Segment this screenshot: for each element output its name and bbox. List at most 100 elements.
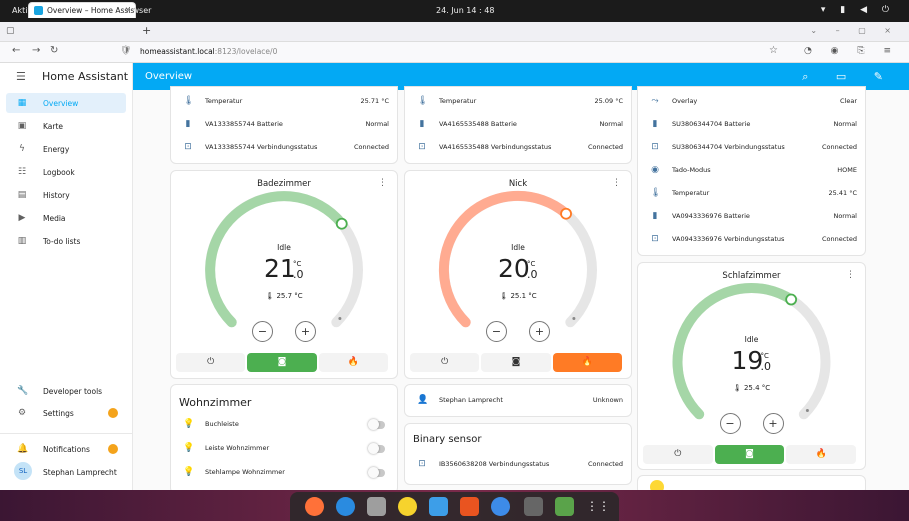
entity-row[interactable]: ⊡ VA0943336976 Verbindungsstatus Connect…	[638, 229, 865, 252]
entity-row[interactable]: ⤳ Overlay Clear	[638, 91, 865, 114]
entity-row[interactable]: ⊡ IB3560638208 Verbindungsstatus Connect…	[405, 454, 631, 477]
entity-name: VA4165535488 Verbindungsstatus	[439, 143, 552, 151]
sidebar-item-label: Media	[43, 214, 66, 223]
app-center-icon[interactable]	[460, 497, 479, 516]
clock[interactable]: 24. Jun 14 : 48	[436, 6, 494, 15]
light-row[interactable]: 💡 Stehlampe Wohnzimmer	[171, 462, 397, 485]
entity-row[interactable]: 🌡 Temperatur 25.41 °C	[638, 183, 865, 206]
rhythmbox-icon[interactable]	[398, 497, 417, 516]
browser-tab-bar	[0, 22, 909, 42]
target-decimal: .0	[293, 268, 304, 281]
back-icon[interactable]: ←	[12, 45, 20, 56]
disk-icon[interactable]	[524, 497, 543, 516]
person-row[interactable]: 👤 Stephan Lamprecht Unknown	[405, 390, 631, 413]
url-bar[interactable]: 🛡 homeassistant.local:8123/lovelace/0 ☆	[118, 45, 784, 60]
light-toggle[interactable]	[368, 419, 385, 430]
decrease-button[interactable]: −	[252, 321, 273, 342]
hvac-mode-bar: ⏻ ◙ 🔥	[176, 353, 390, 372]
increase-button[interactable]: +	[529, 321, 550, 342]
mode-auto-button[interactable]: ◙	[714, 445, 785, 464]
window-controls[interactable]: ⌄ – ▢ ×	[810, 26, 899, 35]
mode-off-button[interactable]: ⏻	[643, 445, 713, 464]
mode-auto-button[interactable]: ◙	[247, 353, 317, 372]
sidebar-item-todo[interactable]: ▥ To-do lists	[6, 231, 126, 251]
thermometer-icon: 🌡	[183, 96, 195, 106]
reload-icon[interactable]: ↻	[50, 45, 58, 56]
dial-current-marker	[805, 408, 809, 412]
entity-row[interactable]: ▮ VA1333855744 Batterie Normal	[171, 114, 397, 137]
decrease-button[interactable]: −	[486, 321, 507, 342]
increase-button[interactable]: +	[295, 321, 316, 342]
mode-off-button[interactable]: ⏻	[410, 353, 480, 372]
entity-row[interactable]: ◉ Tado-Modus HOME	[638, 160, 865, 183]
avatar[interactable]: SL	[14, 462, 32, 480]
help-icon[interactable]	[491, 497, 510, 516]
sidebar-item-media[interactable]: ▶ Media	[6, 208, 126, 228]
toolbar-icons[interactable]: ◔ ◉ ⎘ ≡	[804, 46, 899, 56]
sidebar-item-logbook[interactable]: ☷ Logbook	[6, 162, 126, 182]
header-icons[interactable]: ⌕ ▭ ✎	[802, 70, 895, 84]
entity-name: Stehlampe Wohnzimmer	[205, 468, 285, 476]
browser-tab-overview[interactable]: Overview – Home Assist ×	[28, 2, 136, 18]
entity-row[interactable]: ⊡ VA1333855744 Verbindungsstatus Connect…	[171, 137, 397, 160]
sidebar-item-settings[interactable]: ⚙ Settings	[6, 403, 126, 423]
entity-name: Overlay	[672, 97, 698, 105]
close-tab-icon[interactable]: ×	[125, 5, 131, 14]
dial-handle	[560, 207, 572, 220]
new-tab-button[interactable]: +	[142, 24, 151, 37]
entity-row[interactable]: 🌡 Temperatur 25.09 °C	[405, 91, 631, 114]
decrease-button[interactable]: −	[719, 413, 741, 434]
sidebar-item-karte[interactable]: ▣ Karte	[6, 116, 126, 136]
connection-icon: ⊡	[184, 142, 192, 152]
light-row[interactable]: 💡 Leiste Wohnzimmer	[171, 438, 397, 461]
mode-off-button[interactable]: ⏻	[176, 353, 246, 372]
notifications-badge	[108, 444, 118, 454]
sidebar-item-label: Notifications	[43, 445, 90, 454]
entity-row[interactable]: ▮ VA4165535488 Batterie Normal	[405, 114, 631, 137]
entity-row[interactable]: ⊡ VA4165535488 Verbindungsstatus Connect…	[405, 137, 631, 160]
mode-heat-button[interactable]: 🔥	[786, 445, 856, 464]
sidebar-item-developer-tools[interactable]: 🔧 Developer tools	[6, 381, 126, 401]
light-toggle[interactable]	[368, 467, 385, 478]
entity-row[interactable]: ▮ VA0943336976 Batterie Normal	[638, 206, 865, 229]
sidebar-item-history[interactable]: ▤ History	[6, 185, 126, 205]
entity-value: 25.41 °C	[828, 189, 857, 197]
sidebar-item-label: Settings	[43, 409, 74, 418]
sidebar-item-overview[interactable]: ▦ Overview	[6, 93, 126, 113]
menu-icon[interactable]: ☰	[16, 70, 26, 83]
lock-icon[interactable]: 🛡	[120, 46, 131, 56]
entity-name: VA1333855744 Verbindungsstatus	[205, 143, 318, 151]
writer-icon[interactable]	[429, 497, 448, 516]
sidebar-item-notifications[interactable]: 🔔 Notifications	[6, 439, 126, 459]
system-top-bar: Aktivitäten Firefox Web Browser 24. Jun …	[0, 0, 909, 22]
bookmark-star-icon[interactable]: ☆	[769, 45, 778, 56]
app-grid-icon[interactable]: ⋮⋮	[586, 497, 610, 516]
sidebar-item-label: Logbook	[43, 168, 75, 177]
wohnzimmer-card: Wohnzimmer 💡 Buchleiste 💡 Leiste Wohnzim…	[170, 384, 398, 494]
mode-heat-button[interactable]: 🔥	[318, 353, 388, 372]
entity-row[interactable]: 🌡 Temperatur 25.71 °C	[171, 91, 397, 114]
sidebar-item-label: Energy	[43, 145, 70, 154]
system-tray[interactable]: ▾ ▮ ◀ ⏻	[821, 5, 895, 15]
user-name[interactable]: Stephan Lamprecht	[43, 468, 117, 477]
entity-row[interactable]: ▮ SU3806344704 Batterie Normal	[638, 114, 865, 137]
increase-button[interactable]: +	[762, 413, 784, 434]
files-icon[interactable]	[367, 497, 386, 516]
thermometer-icon: 🌡	[417, 96, 429, 106]
mode-auto-button[interactable]: ◙	[481, 353, 551, 372]
trash-icon[interactable]	[555, 497, 574, 516]
light-toggle[interactable]	[368, 443, 385, 454]
tab-list-icon[interactable]: ▢	[6, 26, 15, 36]
dial-current-marker	[338, 316, 342, 320]
page-title[interactable]: Overview	[145, 71, 192, 82]
bulb-icon: 💡	[183, 467, 195, 477]
mode-heat-button[interactable]: 🔥	[552, 353, 622, 372]
entity-row[interactable]: ⊡ SU3806344704 Verbindungsstatus Connect…	[638, 137, 865, 160]
thunderbird-icon[interactable]	[336, 497, 355, 516]
forward-icon[interactable]: →	[32, 45, 40, 56]
entity-value: 25.09 °C	[594, 97, 623, 105]
light-row[interactable]: 💡 Buchleiste	[171, 414, 397, 437]
sidebar-item-energy[interactable]: ϟ Energy	[6, 139, 126, 159]
entity-name: SU3806344704 Verbindungsstatus	[672, 143, 785, 151]
firefox-icon[interactable]	[305, 497, 324, 516]
